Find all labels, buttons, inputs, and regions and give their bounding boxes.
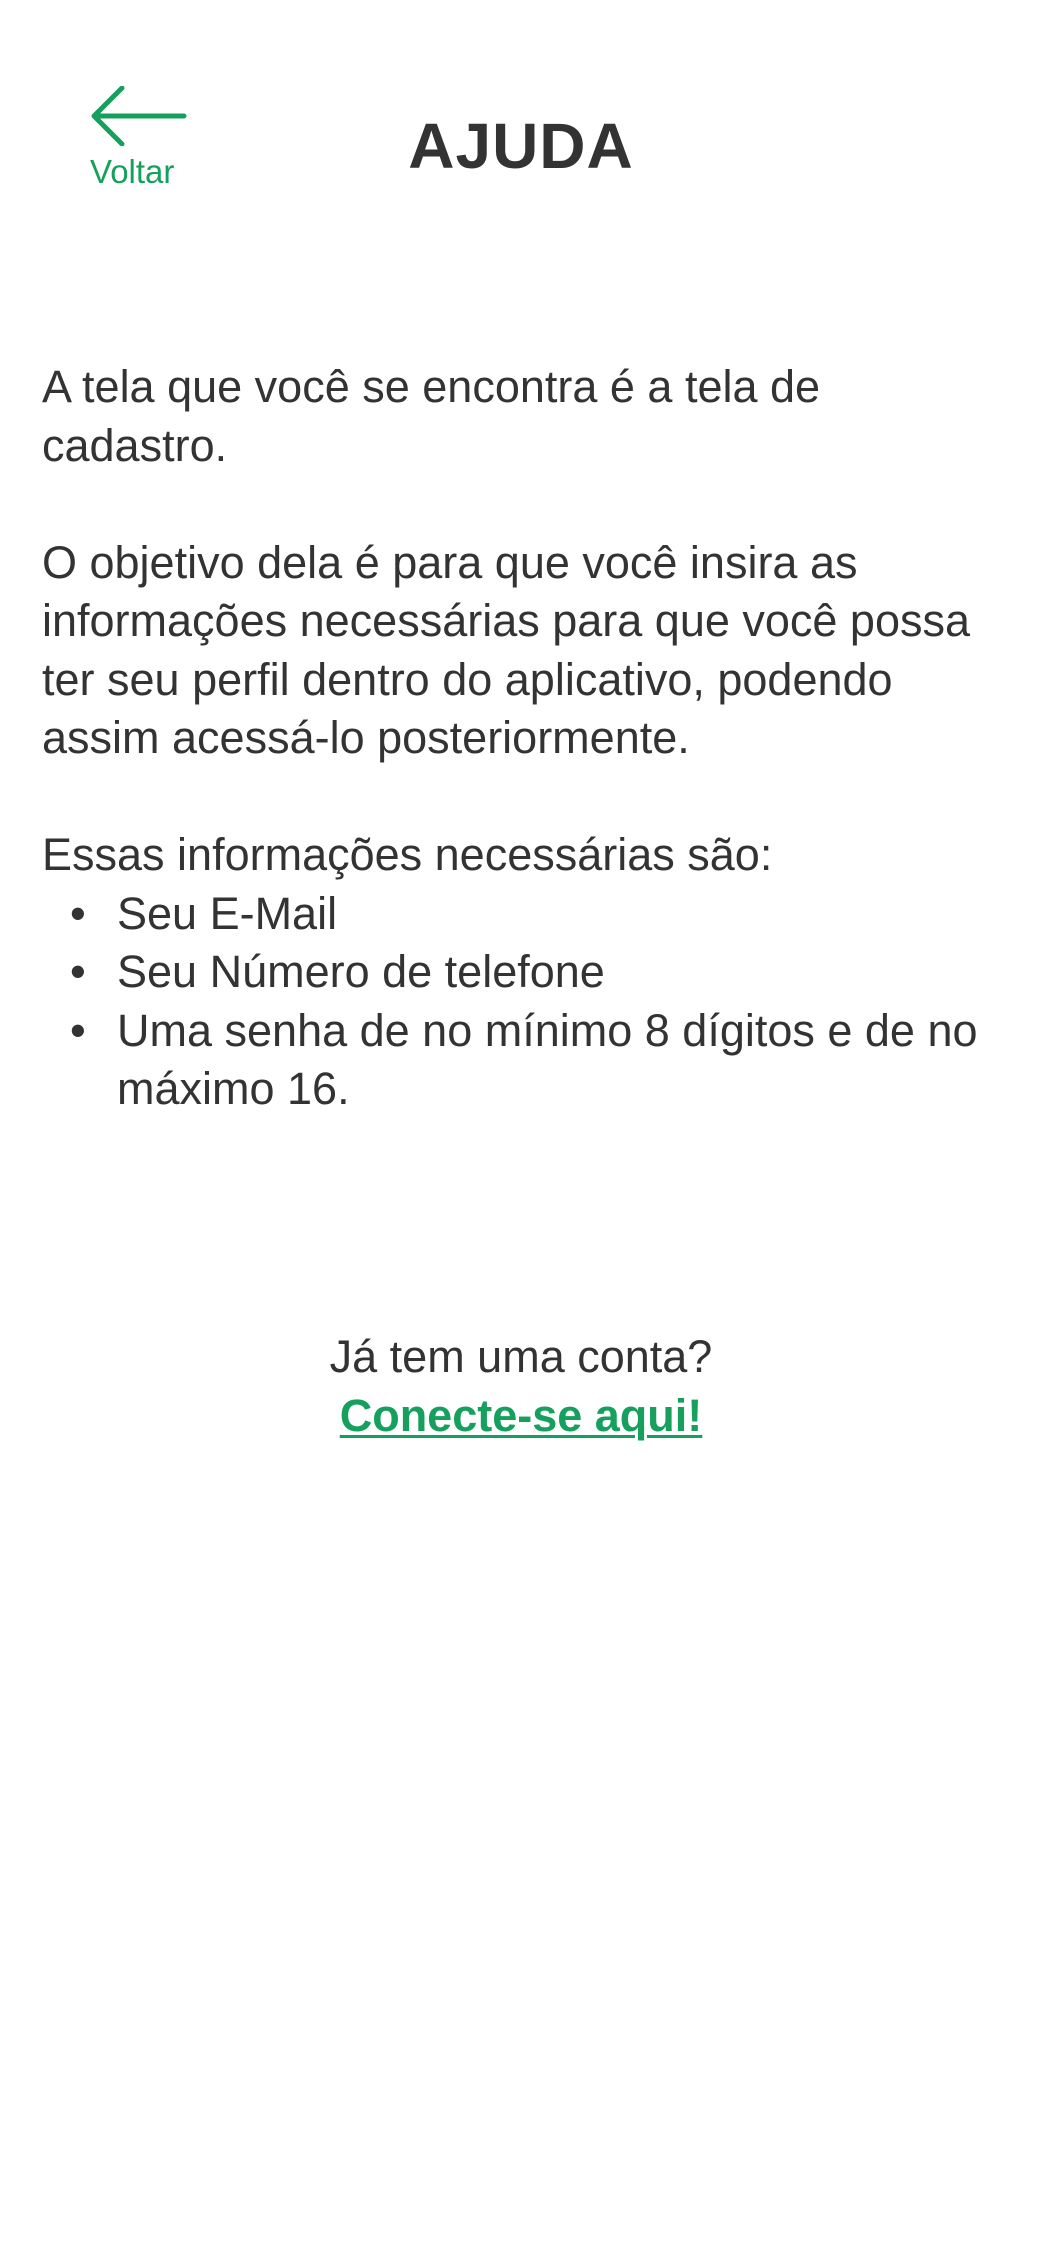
list-item-text: Seu Número de telefone	[117, 946, 605, 997]
help-paragraph-intro: A tela que você se encontra é a tela de …	[42, 361, 821, 471]
requirements-list: • Seu E-Mail • Seu Número de telefone • …	[42, 885, 1002, 1119]
bullet-icon: •	[70, 887, 86, 939]
help-content: A tela que você se encontra é a tela de …	[42, 358, 1002, 1119]
help-list-intro: Essas informações necessárias são:	[42, 829, 773, 880]
bullet-icon: •	[70, 1004, 86, 1056]
page-title: AJUDA	[408, 110, 634, 182]
login-link[interactable]: Conecte-se aqui!	[340, 1387, 703, 1446]
list-item: • Uma senha de no mínimo 8 dígitos e de …	[42, 1002, 1002, 1119]
bullet-icon: •	[70, 946, 86, 997]
help-paragraph-purpose: O objetivo dela é para que você insira a…	[42, 536, 971, 764]
list-item: • Seu E-Mail	[42, 885, 1002, 944]
login-question: Já tem uma conta?	[329, 1331, 713, 1382]
login-prompt: Já tem uma conta? Conecte-se aqui!	[0, 1328, 1042, 1445]
list-item-text: Uma senha de no mínimo 8 dígitos e de no…	[117, 1004, 978, 1115]
list-item-text: Seu E-Mail	[117, 887, 338, 939]
list-item: • Seu Número de telefone	[42, 943, 1002, 1002]
